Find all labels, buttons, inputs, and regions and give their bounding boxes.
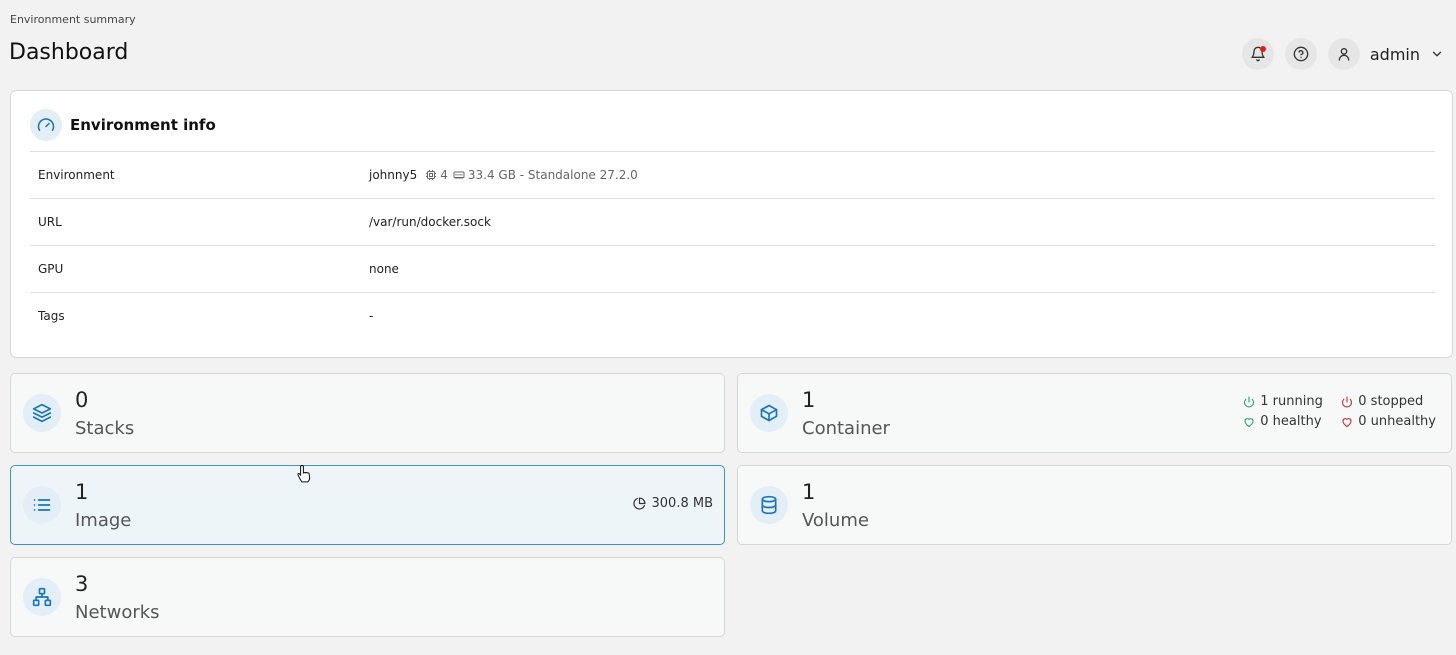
volume-card[interactable]: 1 Volume [737,465,1452,545]
env-value: - [369,309,374,323]
env-value: /var/run/docker.sock [369,215,491,229]
unhealthy-count: 0 unhealthy [1358,414,1436,429]
env-label: URL [38,215,62,229]
pie-chart-icon [632,497,646,510]
stopped-count: 0 stopped [1358,394,1424,409]
container-count: 1 [802,388,816,412]
unhealthy-status: 0 unhealthy [1341,414,1436,429]
env-row-environment: Environment johnny5 4 33.4 GB - Standalo… [30,151,1435,198]
running-status: 1 running [1243,394,1341,409]
env-label: GPU [38,262,64,276]
power-icon [1244,395,1255,408]
env-row-tags: Tags - [30,292,1435,339]
environment-info-table: Environment johnny5 4 33.4 GB - Standalo… [30,151,1435,339]
environment-name: johnny5 [369,168,418,182]
topbar: admin [1231,38,1444,70]
networks-label: Networks [75,602,160,623]
power-off-icon [1342,395,1353,408]
stacks-label: Stacks [75,418,135,439]
heart-icon [1342,417,1352,427]
env-label: Tags [38,309,65,323]
image-icon-wrap [23,486,61,524]
box-icon [760,404,778,422]
env-label: Environment [38,168,115,182]
chevron-down-icon[interactable] [1430,47,1444,61]
help-circle-icon [1293,46,1309,62]
stopped-status: 0 stopped [1341,394,1436,409]
environment-meta: 4 33.4 GB - Standalone 27.2.0 [425,168,643,182]
network-icon [32,587,52,607]
notifications-button[interactable] [1241,38,1274,70]
container-icon-wrap [750,394,788,432]
environment-info-header: Environment info [30,109,216,141]
memory-info: 33.4 GB - Standalone 27.2.0 [467,168,638,182]
healthy-status: 0 healthy [1243,414,1341,429]
env-icon-wrap [30,109,62,141]
volume-label: Volume [802,510,869,531]
env-row-gpu: GPU none [30,245,1435,292]
container-card[interactable]: 1 Container 1 running 0 stopped 0 health… [737,373,1452,453]
networks-card[interactable]: 3 Networks [10,557,725,637]
image-count: 1 [75,480,89,504]
environment-info-card: Environment info Environment johnny5 4 3… [10,90,1453,358]
env-value: none [369,262,399,276]
environment-info-title: Environment info [70,116,216,134]
cpu-count: 4 [440,168,448,182]
volume-count: 1 [802,480,816,504]
breadcrumb: Environment summary [10,13,136,26]
running-count: 1 running [1260,394,1323,409]
user-icon [1338,48,1350,61]
database-icon [761,495,777,515]
user-menu-name[interactable]: admin [1370,45,1420,64]
memory-icon [453,171,465,179]
stacks-count: 0 [75,388,89,412]
stacks-card[interactable]: 0 Stacks [10,373,725,453]
hand-cursor-icon [297,464,311,483]
env-value: johnny5 4 33.4 GB - Standalone 27.2.0 [369,168,643,182]
image-card[interactable]: 1 Image 300.8 MB [10,465,725,545]
container-label: Container [802,418,890,439]
notification-dot [1259,46,1266,52]
networks-icon-wrap [23,578,61,616]
heart-icon [1244,417,1254,427]
volume-icon-wrap [750,486,788,524]
image-size-value: 300.8 MB [651,496,713,511]
user-avatar[interactable] [1327,38,1360,70]
networks-count: 3 [75,572,89,596]
image-size: 300.8 MB [632,496,713,511]
help-button[interactable] [1284,38,1317,70]
stacks-icon-wrap [23,394,61,432]
image-label: Image [75,510,132,531]
page-title: Dashboard [9,40,129,65]
cpu-icon [426,170,437,180]
container-status-summary: 1 running 0 stopped 0 healthy 0 unhealth… [1243,394,1436,429]
healthy-count: 0 healthy [1260,414,1322,429]
env-row-url: URL /var/run/docker.sock [30,198,1435,245]
list-icon [33,499,51,511]
layers-icon [32,403,52,423]
gauge-icon [37,118,55,131]
